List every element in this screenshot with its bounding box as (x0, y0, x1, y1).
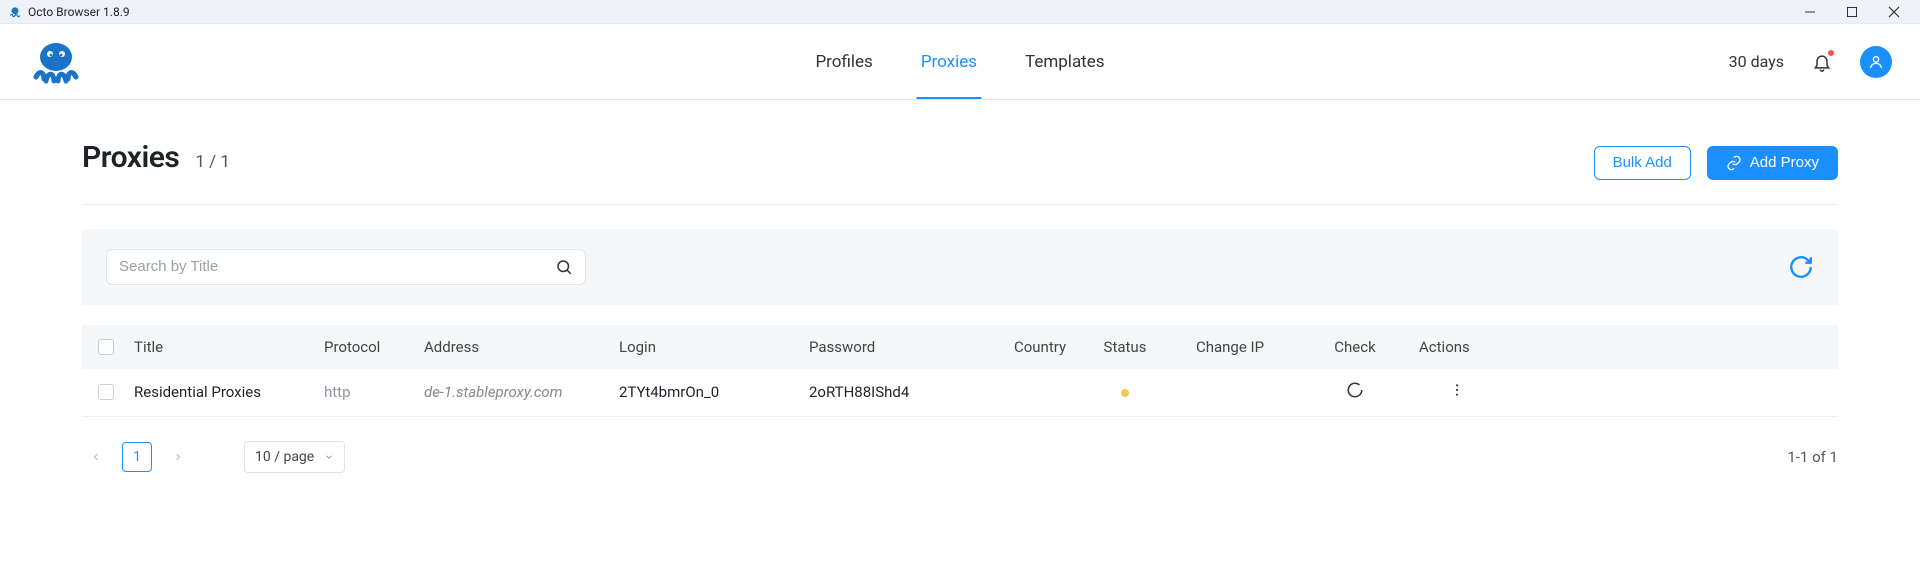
page-content: Proxies 1 / 1 Bulk Add Add Proxy Title P… (0, 100, 1920, 497)
row-checkbox[interactable] (98, 384, 114, 400)
page-size-label: 10 / page (255, 449, 314, 465)
row-check (1295, 381, 1415, 403)
col-address: Address (420, 338, 615, 356)
notifications-button[interactable] (1812, 52, 1832, 72)
col-actions: Actions (1415, 338, 1485, 356)
bulk-add-label: Bulk Add (1613, 154, 1672, 171)
page-title: Proxies (82, 140, 179, 175)
window-controls (1798, 0, 1912, 24)
tab-profiles[interactable]: Profiles (815, 24, 872, 99)
row-login: 2TYt4bmrOn_0 (615, 383, 805, 401)
pager-next[interactable] (164, 443, 192, 471)
page-count: 1 / 1 (195, 152, 230, 172)
pager-summary: 1-1 of 1 (1787, 448, 1838, 466)
bulk-add-button[interactable]: Bulk Add (1594, 146, 1691, 180)
row-title: Residential Proxies (130, 383, 320, 401)
tab-templates[interactable]: Templates (1025, 24, 1105, 99)
col-changeip: Change IP (1165, 338, 1295, 356)
add-proxy-button[interactable]: Add Proxy (1707, 146, 1838, 180)
col-login: Login (615, 338, 805, 356)
pagination: 1 10 / page 1-1 of 1 (82, 417, 1838, 497)
add-proxy-label: Add Proxy (1750, 154, 1819, 171)
pager-prev[interactable] (82, 443, 110, 471)
app-logo (28, 37, 84, 87)
titlebar-left: Octo Browser 1.8.9 (8, 5, 130, 19)
col-country: Country (995, 338, 1085, 356)
user-avatar[interactable] (1860, 46, 1892, 78)
proxy-table: Title Protocol Address Login Password Co… (82, 325, 1838, 417)
table-header: Title Protocol Address Login Password Co… (82, 325, 1838, 369)
app-icon (8, 5, 22, 19)
row-actions (1415, 382, 1485, 402)
nav-tabs: Profiles Proxies Templates (815, 24, 1104, 99)
check-proxy-button[interactable] (1346, 381, 1364, 399)
status-dot-icon (1121, 389, 1129, 397)
row-status (1085, 383, 1165, 401)
tab-proxies[interactable]: Proxies (921, 24, 977, 99)
col-protocol: Protocol (320, 338, 420, 356)
row-more-button[interactable] (1449, 382, 1465, 398)
app-header: Profiles Proxies Templates 30 days (0, 24, 1920, 100)
page-actions: Bulk Add Add Proxy (1594, 146, 1838, 180)
col-status: Status (1085, 338, 1165, 356)
col-password: Password (805, 338, 995, 356)
page-header: Proxies 1 / 1 Bulk Add Add Proxy (82, 100, 1838, 205)
chevron-down-icon (324, 452, 334, 462)
col-title: Title (130, 338, 320, 356)
window-maximize-button[interactable] (1840, 0, 1864, 24)
page-size-select[interactable]: 10 / page (244, 441, 345, 473)
row-address: de-1.stableproxy.com (420, 383, 615, 401)
search-box (106, 249, 586, 285)
link-icon (1726, 155, 1742, 171)
col-check: Check (1295, 338, 1415, 356)
window-title: Octo Browser 1.8.9 (28, 5, 130, 19)
search-icon[interactable] (555, 258, 573, 276)
notification-dot-icon (1828, 50, 1834, 56)
window-minimize-button[interactable] (1798, 0, 1822, 24)
select-all-checkbox[interactable] (98, 339, 114, 355)
header-right: 30 days (1729, 46, 1892, 78)
search-input[interactable] (119, 258, 555, 275)
window-titlebar: Octo Browser 1.8.9 (0, 0, 1920, 24)
row-protocol: http (320, 383, 420, 401)
window-close-button[interactable] (1882, 0, 1906, 24)
search-row (82, 229, 1838, 305)
table-row: Residential Proxies http de-1.stableprox… (82, 369, 1838, 417)
pager-page-1[interactable]: 1 (122, 442, 152, 472)
row-password: 2oRTH88IShd4 (805, 383, 995, 401)
days-remaining: 30 days (1729, 52, 1784, 71)
refresh-button[interactable] (1788, 254, 1814, 280)
